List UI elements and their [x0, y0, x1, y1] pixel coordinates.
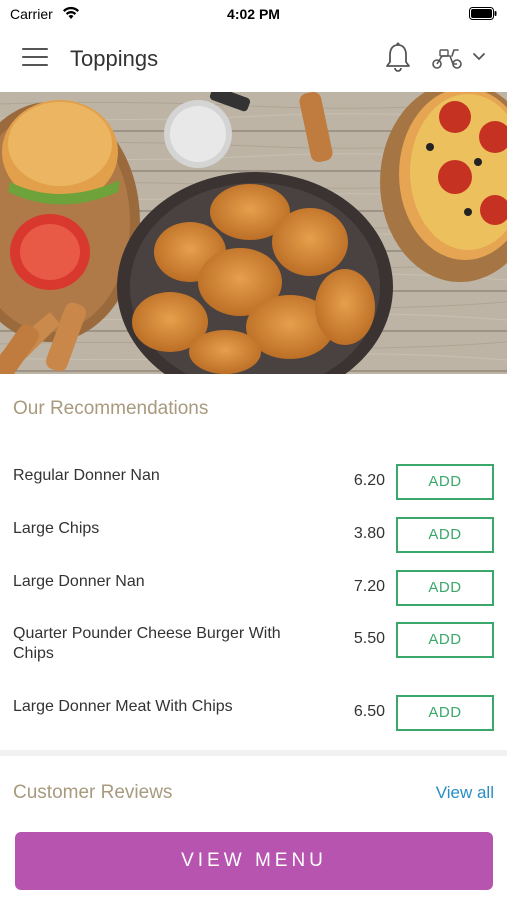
- page-title: Toppings: [70, 46, 159, 71]
- view-menu-button[interactable]: VIEW MENU: [15, 832, 493, 890]
- add-button[interactable]: ADD: [396, 622, 494, 658]
- view-all-link[interactable]: View all: [436, 783, 494, 803]
- item-price: 7.20: [353, 578, 385, 595]
- add-button[interactable]: ADD: [396, 517, 494, 553]
- item-price: 6.50: [353, 703, 385, 720]
- item-price: 6.20: [353, 472, 385, 489]
- item-name: Regular Donner Nan: [13, 467, 160, 484]
- status-bar: Carrier 4:02 PM: [0, 0, 507, 28]
- item-name: Large Donner Nan: [13, 573, 145, 590]
- add-button[interactable]: ADD: [396, 464, 494, 500]
- app-header: Toppings: [0, 28, 507, 92]
- battery-icon: [469, 7, 497, 20]
- add-button[interactable]: ADD: [396, 695, 494, 731]
- item-name: Quarter Pounder Cheese Burger With Chips: [13, 625, 281, 662]
- status-time: 4:02 PM: [227, 6, 280, 22]
- hero-food-image: [0, 92, 507, 374]
- delivery-scooter-icon[interactable]: [430, 46, 464, 70]
- bell-icon[interactable]: [384, 42, 412, 74]
- add-button[interactable]: ADD: [396, 570, 494, 606]
- item-price: 3.80: [353, 525, 385, 542]
- section-divider: [0, 750, 507, 756]
- customer-reviews-title: Customer Reviews: [13, 782, 173, 803]
- item-name: Large Chips: [13, 520, 100, 537]
- item-name: Large Donner Meat With Chips: [13, 698, 233, 715]
- hamburger-menu-icon[interactable]: [22, 48, 48, 70]
- recommendations-title: Our Recommendations: [13, 398, 209, 419]
- chevron-down-icon[interactable]: [472, 52, 486, 62]
- item-price: 5.50: [353, 630, 385, 647]
- food-photo-icon: [0, 92, 507, 374]
